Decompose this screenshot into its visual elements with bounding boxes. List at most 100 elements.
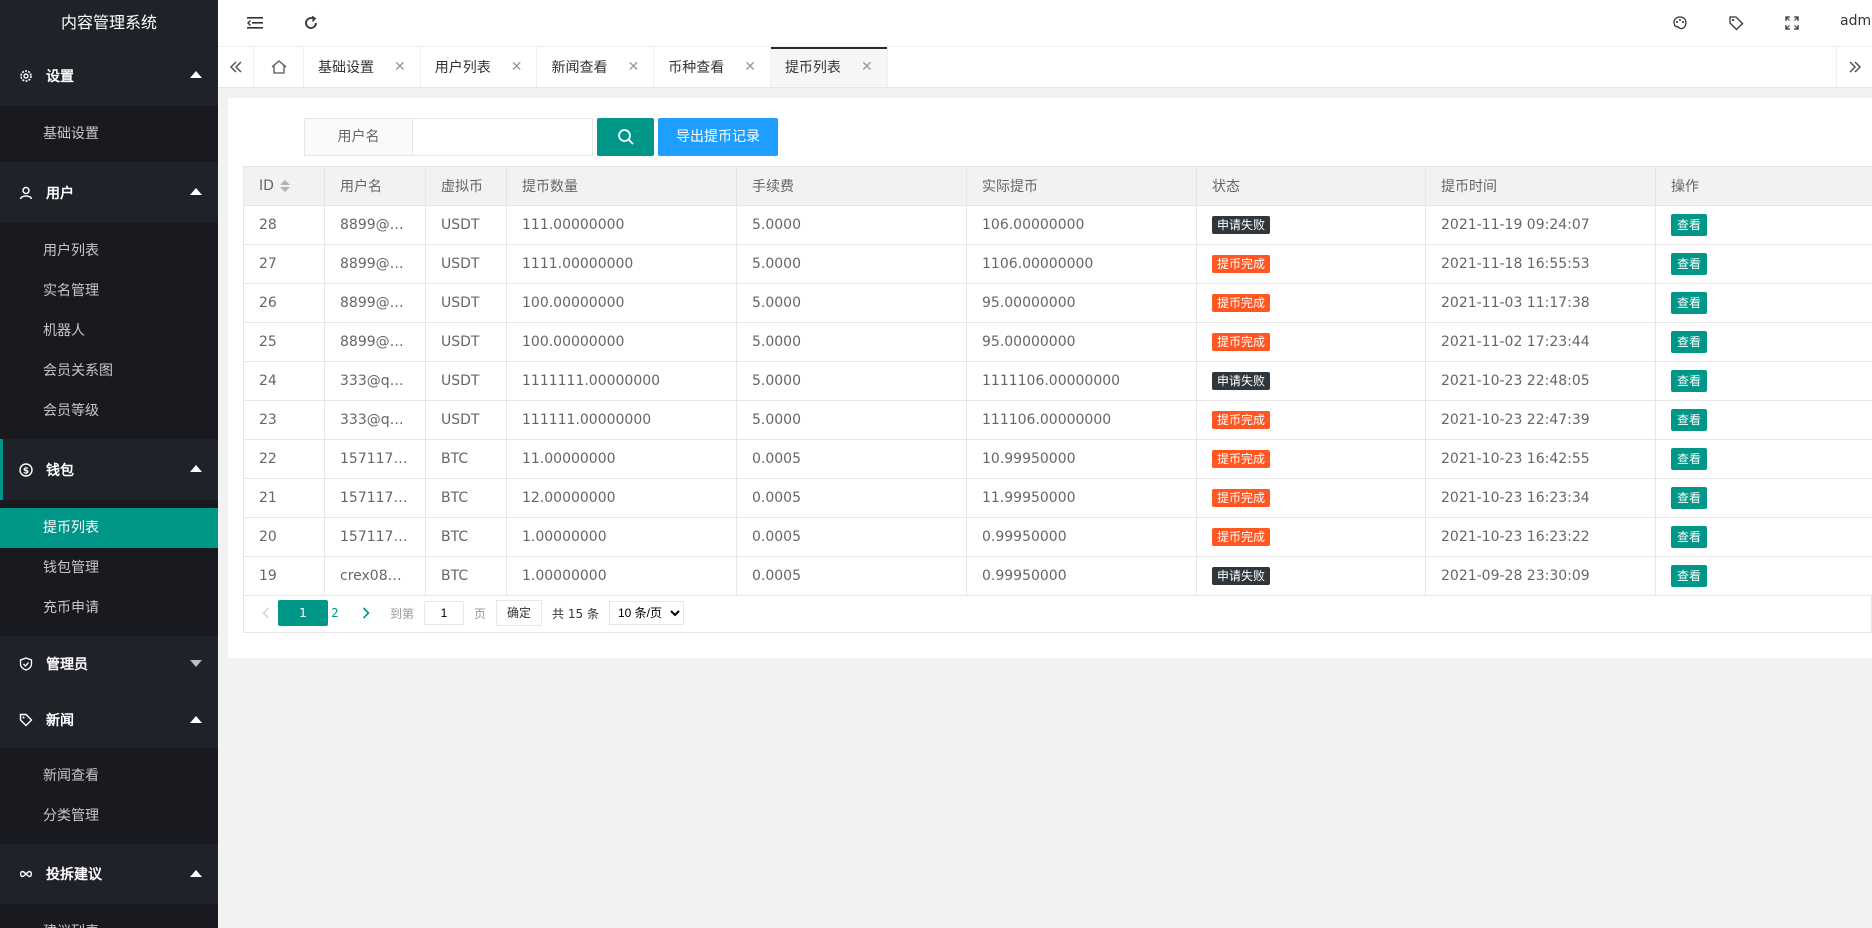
- close-icon[interactable]: ✕: [744, 59, 756, 75]
- refresh-icon[interactable]: [300, 12, 322, 34]
- sort-icon[interactable]: [279, 180, 290, 192]
- close-icon[interactable]: ✕: [394, 59, 406, 75]
- cell-coin: USDT: [425, 205, 507, 245]
- nav-group-users[interactable]: 用户: [0, 162, 218, 223]
- cell-username: 15711720000: [324, 439, 426, 479]
- username-search-input[interactable]: [413, 118, 593, 156]
- main-content: 用户名 导出提币记录 ID 用户名 虚拟币 提币数量 手续费 实际提币 状态 提…: [228, 98, 1872, 658]
- cell-coin: BTC: [425, 439, 507, 479]
- cell-amount: 1111.00000000: [506, 244, 737, 284]
- cell-id: 25: [243, 322, 325, 362]
- cell-fee: 5.0000: [736, 283, 967, 323]
- nav-group-news[interactable]: 新闻: [0, 692, 218, 748]
- sidebar-item-robot[interactable]: 机器人: [0, 311, 218, 351]
- cell-status: 提币完成: [1196, 244, 1426, 284]
- user-menu[interactable]: admin: [1840, 13, 1872, 29]
- view-button[interactable]: 查看: [1671, 331, 1708, 353]
- search-button[interactable]: [597, 118, 654, 156]
- tab-label: 用户列表: [434, 60, 491, 76]
- view-button[interactable]: 查看: [1671, 214, 1708, 236]
- nav-group-admin[interactable]: 管理员: [0, 636, 218, 692]
- cell-coin: BTC: [425, 478, 507, 518]
- view-button[interactable]: 查看: [1671, 526, 1708, 548]
- tab-scroll-left-icon[interactable]: [218, 47, 254, 87]
- cell-id: 27: [243, 244, 325, 284]
- search-icon: [617, 129, 634, 145]
- cell-actual: 11.99950000: [966, 478, 1197, 518]
- page-number[interactable]: 2: [328, 606, 342, 620]
- close-icon[interactable]: ✕: [627, 59, 639, 75]
- tab-scroll-right-icon[interactable]: [1836, 47, 1872, 87]
- page-current[interactable]: 1: [278, 600, 328, 626]
- tab-basic-settings[interactable]: 基础设置 ✕: [304, 47, 421, 87]
- sidebar-item-real-name[interactable]: 实名管理: [0, 271, 218, 311]
- tab-home[interactable]: [254, 47, 304, 87]
- cell-actual: 95.00000000: [966, 322, 1197, 362]
- view-button[interactable]: 查看: [1671, 409, 1708, 431]
- export-withdraw-button[interactable]: 导出提币记录: [658, 118, 778, 156]
- cell-status: 提币完成: [1196, 478, 1426, 518]
- view-button[interactable]: 查看: [1671, 253, 1708, 275]
- tab-coin-view[interactable]: 币种查看 ✕: [654, 47, 771, 87]
- sidebar-item-member-graph[interactable]: 会员关系图: [0, 351, 218, 391]
- sidebar-item-user-list[interactable]: 用户列表: [0, 231, 218, 271]
- sidebar-item-member-level[interactable]: 会员等级: [0, 391, 218, 431]
- sidebar-item-news-view[interactable]: 新闻查看: [0, 756, 218, 796]
- tab-label: 币种查看: [668, 60, 725, 76]
- nav-group-suggestions[interactable]: 投拆建议: [0, 844, 218, 904]
- cell-time: 2021-10-23 16:23:22: [1425, 517, 1656, 557]
- tag-icon[interactable]: [1725, 12, 1747, 34]
- sidebar-item-suggestion-list[interactable]: 建议列表: [0, 912, 218, 928]
- prev-page-icon[interactable]: [254, 600, 278, 626]
- theme-palette-icon[interactable]: [1669, 12, 1691, 34]
- view-button[interactable]: 查看: [1671, 292, 1708, 314]
- next-page-icon[interactable]: [354, 600, 378, 626]
- top-header: admin: [218, 0, 1872, 47]
- sidebar: 内容管理系统 设置 基础设置 用户 用户列表 实名管理 机器人 会员关系图 会员…: [0, 0, 218, 928]
- cell-coin: USDT: [425, 244, 507, 284]
- goto-page-input[interactable]: [424, 601, 465, 625]
- svg-text:$: $: [23, 466, 29, 476]
- tab-news-view[interactable]: 新闻查看 ✕: [537, 47, 655, 87]
- view-button[interactable]: 查看: [1671, 565, 1708, 587]
- cell-coin: BTC: [425, 517, 507, 557]
- cell-coin: USDT: [425, 400, 507, 440]
- withdraw-table: ID 用户名 虚拟币 提币数量 手续费 实际提币 状态 提币时间 操作 28 88…: [243, 166, 1872, 596]
- view-button[interactable]: 查看: [1671, 487, 1708, 509]
- cell-actual: 0.99950000: [966, 517, 1197, 557]
- chevron-up-icon: [190, 71, 202, 78]
- close-icon[interactable]: ✕: [511, 59, 523, 75]
- sidebar-item-basic-settings[interactable]: 基础设置: [0, 114, 218, 154]
- tab-withdraw-list[interactable]: 提币列表 ✕: [770, 47, 888, 87]
- sidebar-item-category-manage[interactable]: 分类管理: [0, 796, 218, 836]
- table-row: 268899@qq.comUSDT100.000000005.000095.00…: [243, 283, 1872, 323]
- cell-status: 申请失败: [1196, 556, 1426, 596]
- cell-coin: USDT: [425, 283, 507, 323]
- gear-icon: [18, 68, 34, 84]
- sidebar-item-deposit-apply[interactable]: 充币申请: [0, 588, 218, 628]
- sidebar-item-wallet-manage[interactable]: 钱包管理: [0, 548, 218, 588]
- page-size-select[interactable]: 10 条/页: [608, 601, 684, 625]
- menu-fold-icon[interactable]: [244, 12, 266, 34]
- cell-amount: 1.00000000: [506, 556, 737, 596]
- nav-group-label: 钱包: [46, 462, 74, 479]
- column-header-id[interactable]: ID: [243, 166, 325, 206]
- close-icon[interactable]: ✕: [861, 59, 873, 75]
- cell-time: 2021-11-19 09:24:07: [1425, 205, 1656, 245]
- view-button[interactable]: 查看: [1671, 370, 1708, 392]
- cell-coin: USDT: [425, 361, 507, 401]
- cell-username: 15711720000: [324, 478, 426, 518]
- table-row: 288899@qq.comUSDT111.000000005.0000106.0…: [243, 205, 1872, 245]
- nav-group-settings[interactable]: 设置: [0, 45, 218, 106]
- fullscreen-icon[interactable]: [1781, 12, 1803, 34]
- goto-confirm-button[interactable]: 确定: [496, 600, 543, 626]
- tab-user-list[interactable]: 用户列表 ✕: [421, 47, 538, 87]
- view-button[interactable]: 查看: [1671, 448, 1708, 470]
- sidebar-item-withdraw-list[interactable]: 提币列表: [0, 508, 218, 548]
- cell-action: 查看: [1655, 478, 1872, 518]
- cell-actual: 1106.00000000: [966, 244, 1197, 284]
- nav-group-wallet[interactable]: $ 钱包: [0, 439, 218, 500]
- status-badge: 提币完成: [1212, 450, 1271, 468]
- column-header: 提币时间: [1425, 166, 1656, 206]
- cell-username: 8899@qq.com: [324, 244, 426, 284]
